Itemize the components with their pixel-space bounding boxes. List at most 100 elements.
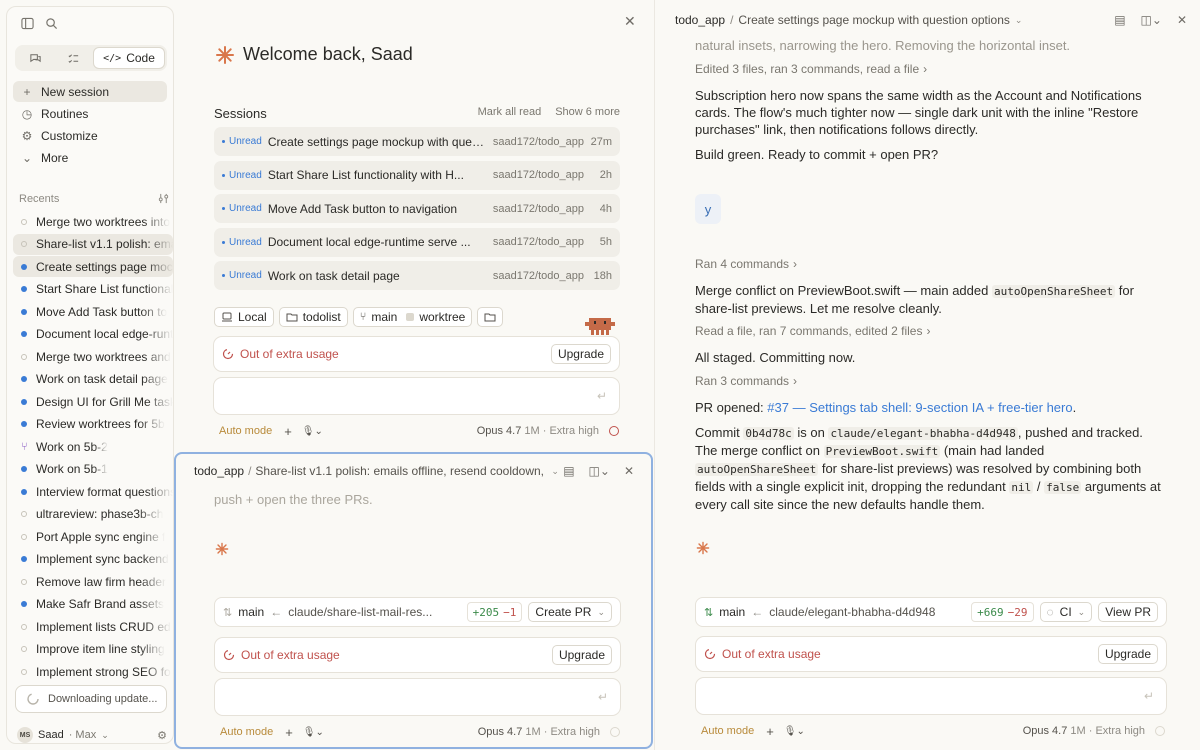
tool-summary[interactable]: Ran 4 commands › bbox=[695, 257, 797, 271]
session-title[interactable]: Create settings page mockup with questio… bbox=[738, 13, 1010, 27]
filter-icon[interactable] bbox=[158, 193, 169, 205]
recent-session-item[interactable]: ⑂ Work on 5b-2 bbox=[13, 436, 173, 457]
tool-summary[interactable]: Ran 3 commands › bbox=[695, 374, 797, 388]
code-mode-tab[interactable]: </> Code bbox=[93, 47, 165, 69]
chevron-down-icon[interactable]: ⌄ bbox=[1015, 15, 1023, 26]
session-time: 5h bbox=[599, 236, 612, 248]
close-icon[interactable]: ✕ bbox=[624, 13, 636, 30]
microphone-icon[interactable]: 🎙︎⌄ bbox=[303, 727, 324, 738]
recent-session-item[interactable]: Port Apple sync engine f bbox=[13, 526, 173, 547]
mode-selector[interactable]: Auto mode bbox=[220, 726, 273, 738]
session-row[interactable]: Unread Create settings page mockup with q… bbox=[214, 127, 620, 156]
nav-more[interactable]: ⌄ More bbox=[13, 147, 167, 168]
send-icon[interactable]: ↵ bbox=[598, 690, 608, 704]
recent-session-item[interactable]: Start Share List functionality bbox=[13, 279, 173, 300]
user-menu[interactable]: MS Saad · Max ⌄ ⚙ bbox=[17, 725, 167, 743]
recent-session-item[interactable]: Share-list v1.1 polish: emails bbox=[13, 233, 173, 255]
session-row[interactable]: Unread Work on task detail page saad172/to… bbox=[214, 261, 620, 290]
sidebar-toggle-icon[interactable] bbox=[19, 15, 35, 31]
recent-session-item[interactable]: Create settings page mockup bbox=[13, 256, 173, 277]
recent-session-item[interactable]: Work on 5b-1 bbox=[13, 459, 173, 480]
model-selector[interactable]: Opus 4.7 1M · Extra high bbox=[477, 425, 599, 437]
folder-button[interactable] bbox=[477, 307, 504, 327]
recent-session-item[interactable]: Design UI for Grill Me task bbox=[13, 391, 173, 412]
add-icon[interactable]: + bbox=[766, 724, 774, 739]
notes-icon[interactable]: ▤ bbox=[563, 464, 574, 478]
session-title: Start Share List functionality with H... bbox=[267, 168, 464, 182]
pr-link[interactable]: #37 — Settings tab shell: 9-section IA +… bbox=[767, 400, 1072, 415]
code-tab-label: Code bbox=[126, 51, 155, 65]
branch-chip[interactable]: ⑂ main worktree bbox=[352, 307, 473, 327]
recent-session-item[interactable]: Implement strong SEO fo bbox=[13, 661, 173, 682]
local-chip[interactable]: Local bbox=[214, 307, 274, 327]
worktree-checkbox[interactable] bbox=[406, 313, 415, 321]
model-selector[interactable]: Opus 4.7 1M · Extra high bbox=[478, 726, 600, 738]
upgrade-button[interactable]: Upgrade bbox=[550, 344, 611, 364]
tool-summary[interactable]: Read a file, ran 7 commands, edited 2 fi… bbox=[695, 324, 930, 338]
session-repo: saad172/todo_app bbox=[492, 202, 584, 215]
session-title[interactable]: Share-list v1.1 polish: emails offline, … bbox=[255, 464, 547, 478]
create-pr-button[interactable]: Create PR ⌄ bbox=[528, 602, 612, 622]
recent-session-item[interactable]: Review worktrees for 5b bbox=[13, 414, 173, 435]
repo-chip[interactable]: todolist bbox=[278, 307, 348, 327]
mode-selector[interactable]: Auto mode bbox=[219, 425, 272, 437]
prompt-input[interactable]: ↵ bbox=[695, 677, 1167, 715]
show-more-button[interactable]: Show 6 more bbox=[555, 106, 620, 121]
recent-session-item[interactable]: Merge two worktrees into bbox=[13, 211, 173, 232]
usage-ring-icon bbox=[1155, 726, 1165, 736]
repo-breadcrumb[interactable]: todo_app bbox=[675, 13, 725, 27]
recent-session-item[interactable]: Document local edge-runtime bbox=[13, 324, 173, 345]
mark-all-read-button[interactable]: Mark all read bbox=[478, 106, 542, 121]
chevron-down-icon[interactable]: ⌄ bbox=[597, 607, 605, 618]
recent-session-item[interactable]: ultrareview: phase3b-ch bbox=[13, 504, 173, 525]
prompt-input[interactable]: ↵ bbox=[213, 377, 620, 415]
repo-breadcrumb[interactable]: todo_app bbox=[194, 464, 244, 478]
recent-session-item[interactable]: Remove law firm header bbox=[13, 571, 173, 592]
settings-icon[interactable]: ⚙ bbox=[157, 729, 167, 742]
status-dot bbox=[21, 398, 27, 405]
recent-session-item[interactable]: Interview format questions bbox=[13, 481, 173, 502]
recent-session-item[interactable]: Improve item line styling bbox=[13, 639, 173, 660]
model-selector[interactable]: Opus 4.7 1M · Extra high bbox=[1023, 725, 1145, 737]
panel-toggle-icon[interactable]: ◫⌄ bbox=[1141, 13, 1162, 27]
ci-status-button[interactable]: ◌ CI ⌄ bbox=[1039, 602, 1093, 622]
prompt-input[interactable]: ↵ bbox=[214, 678, 621, 716]
add-icon[interactable]: + bbox=[285, 725, 293, 740]
panel-toggle-icon[interactable]: ◫⌄ bbox=[589, 464, 610, 478]
chevron-down-icon[interactable]: ⌄ bbox=[551, 466, 559, 477]
recent-session-item[interactable]: Implement lists CRUD ed bbox=[13, 616, 173, 637]
session-row[interactable]: Unread Document local edge-runtime serve … bbox=[214, 227, 620, 257]
nav-customize[interactable]: ⚙ Customize bbox=[13, 125, 167, 146]
mode-selector[interactable]: Auto mode bbox=[701, 725, 754, 737]
downloading-update-button[interactable]: Downloading update... bbox=[15, 685, 167, 713]
recent-session-item[interactable]: Move Add Task button to bbox=[13, 301, 173, 322]
recent-session-item[interactable]: Implement sync backend bbox=[13, 549, 173, 570]
send-icon[interactable]: ↵ bbox=[1144, 689, 1154, 703]
tasks-mode-tab[interactable] bbox=[55, 47, 91, 69]
recent-session-item[interactable]: Merge two worktrees and bbox=[13, 346, 173, 367]
nav-routines[interactable]: ◷ Routines bbox=[13, 103, 167, 124]
search-icon[interactable] bbox=[43, 15, 59, 31]
microphone-icon[interactable]: 🎙︎⌄ bbox=[784, 726, 805, 737]
tool-summary[interactable]: Edited 3 files, ran 3 commands, read a f… bbox=[695, 62, 927, 76]
new-session-button[interactable]: + New session bbox=[13, 81, 167, 102]
split-session-window[interactable]: todo_app / Share-list v1.1 polish: email… bbox=[174, 452, 653, 749]
spark-icon bbox=[215, 542, 229, 556]
close-icon[interactable]: ✕ bbox=[624, 464, 634, 478]
recent-session-item[interactable]: Work on task detail page bbox=[13, 369, 173, 390]
session-row[interactable]: Unread Move Add Task button to navigation… bbox=[214, 194, 620, 223]
view-pr-button[interactable]: View PR bbox=[1098, 602, 1158, 622]
spark-icon bbox=[696, 541, 710, 555]
session-repo: saad172/todo_app bbox=[492, 236, 584, 248]
recent-session-item[interactable]: Make Safr Brand assets bbox=[13, 594, 173, 615]
upgrade-button[interactable]: Upgrade bbox=[1097, 644, 1158, 664]
upgrade-button[interactable]: Upgrade bbox=[551, 645, 612, 665]
notes-icon[interactable]: ▤ bbox=[1114, 13, 1125, 27]
add-icon[interactable]: + bbox=[284, 424, 292, 439]
send-icon[interactable]: ↵ bbox=[597, 389, 607, 403]
chat-mode-tab[interactable] bbox=[17, 47, 53, 69]
microphone-icon[interactable]: 🎙︎⌄ bbox=[302, 426, 323, 437]
close-icon[interactable]: ✕ bbox=[1177, 13, 1187, 27]
session-row[interactable]: Unread Start Share List functionality wit… bbox=[214, 160, 620, 190]
head-branch: claude/elegant-bhabha-d4d948 bbox=[769, 605, 936, 619]
